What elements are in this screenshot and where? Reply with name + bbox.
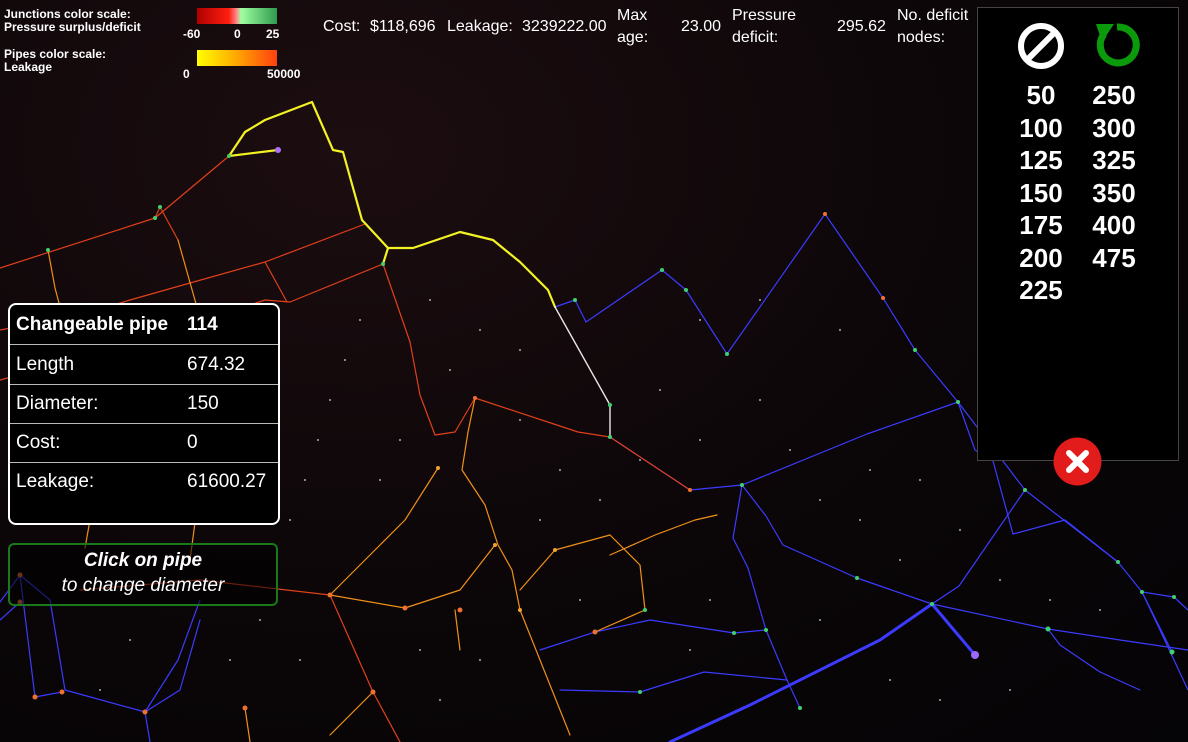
deficit-nodes-label: No. deficit nodes: xyxy=(897,5,968,49)
pipes-legend-line2: Leakage xyxy=(4,60,53,74)
pressure-deficit-label-2: deficit: xyxy=(732,29,779,46)
diameter-option[interactable]: 200 xyxy=(1011,243,1071,274)
diameter-option[interactable]: 475 xyxy=(1084,243,1144,274)
info-diameter-label: Diameter: xyxy=(16,393,99,414)
info-length-value: 674.32 xyxy=(187,354,246,375)
diameter-option[interactable]: 250 xyxy=(1084,80,1144,111)
info-cost-value: 0 xyxy=(187,432,198,453)
junctions-scale-max: 25 xyxy=(266,27,280,41)
selected-pipe[interactable] xyxy=(554,306,611,438)
diameter-option[interactable]: 300 xyxy=(1084,113,1144,144)
diameter-option[interactable]: 100 xyxy=(1011,113,1071,144)
diameter-option[interactable]: 150 xyxy=(1011,178,1071,209)
deficit-nodes-label-2: nodes: xyxy=(897,29,946,46)
diameter-option[interactable]: 175 xyxy=(1011,210,1071,241)
max-age-label-2: age: xyxy=(617,29,649,46)
diameter-option[interactable]: 125 xyxy=(1011,145,1071,176)
info-leakage-label: Leakage: xyxy=(16,471,95,492)
max-age-label: Max age: xyxy=(617,5,648,49)
info-leakage-row: Leakage: 61600.27 xyxy=(10,462,278,501)
info-length-label: Length xyxy=(16,354,75,375)
pressure-deficit-label-1: Pressure xyxy=(732,7,797,24)
diameter-option[interactable]: 350 xyxy=(1084,178,1144,209)
pipes-scale-max: 50000 xyxy=(267,67,301,81)
max-age-value: 23.00 xyxy=(681,18,722,35)
close-icon[interactable] xyxy=(1052,436,1103,487)
leakage-label: Leakage: xyxy=(447,18,513,35)
pipes-scale-min: 0 xyxy=(183,67,190,81)
diameter-option[interactable]: 325 xyxy=(1084,145,1144,176)
yellow-pipes[interactable] xyxy=(227,100,557,309)
hint-line-1: Click on pipe xyxy=(83,550,203,571)
junctions-legend-title: Junctions color scale: Pressure surplus/… xyxy=(4,8,141,34)
info-cost-row: Cost: 0 xyxy=(10,423,278,463)
pipes-color-scale xyxy=(197,50,277,66)
info-leakage-value: 61600.27 xyxy=(187,471,267,492)
pressure-deficit-value: 295.62 xyxy=(837,18,886,35)
diameter-panel: 50 100 125 150 175 200 225 250 300 325 3… xyxy=(977,7,1179,461)
pipes-legend-title: Pipes color scale: Leakage xyxy=(4,48,106,74)
max-age-label-1: Max xyxy=(617,7,648,24)
info-cost-label: Cost: xyxy=(16,432,61,453)
pressure-deficit-label: Pressure deficit: xyxy=(732,5,796,49)
no-symbol-icon[interactable] xyxy=(1016,21,1066,71)
instruction-hint: Click on pipe to change diameter xyxy=(8,543,278,606)
info-length-row: Length 674.32 xyxy=(10,345,278,385)
cost-value: $118,696 xyxy=(370,18,436,35)
junctions-scale-mid: 0 xyxy=(234,27,241,41)
pipe-info-panel: Changeable pipe 114 Length 674.32 Diamet… xyxy=(8,303,280,525)
info-title-label: Changeable pipe xyxy=(16,314,169,335)
leakage-value: 3239222.00 xyxy=(522,18,607,35)
reset-icon[interactable] xyxy=(1090,18,1144,72)
diameter-option[interactable]: 225 xyxy=(1011,275,1071,306)
diameter-option[interactable]: 400 xyxy=(1084,210,1144,241)
junctions-scale-min: -60 xyxy=(183,27,201,41)
cost-label: Cost: xyxy=(323,18,361,35)
deficit-nodes-label-1: No. deficit xyxy=(897,7,969,24)
info-diameter-value: 150 xyxy=(187,393,219,414)
diameter-option[interactable]: 50 xyxy=(1011,80,1071,111)
junctions-color-scale xyxy=(197,8,277,24)
info-title-value: 114 xyxy=(187,314,218,335)
info-diameter-row: Diameter: 150 xyxy=(10,384,278,424)
hint-line-2: to change diameter xyxy=(61,575,225,596)
info-title-row: Changeable pipe 114 xyxy=(10,305,278,345)
junctions-legend-line2: Pressure surplus/deficit xyxy=(4,20,141,34)
